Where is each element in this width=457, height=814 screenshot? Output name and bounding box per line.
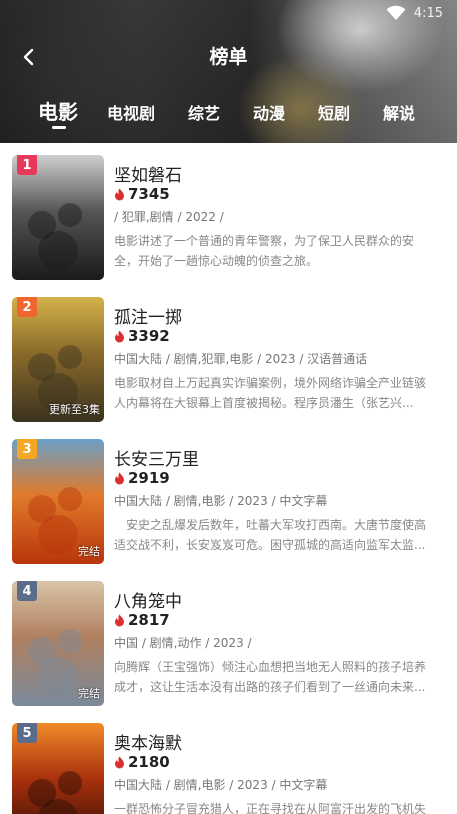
heat-value: 3392 <box>128 327 170 345</box>
ranking-list: 1 坚如磐石 7345 / 犯罪,剧情 / 2022 / 电影讲述了一个普通的青… <box>0 143 457 814</box>
tab-tv-series[interactable]: 电视剧 <box>107 100 155 124</box>
flame-icon <box>115 756 124 768</box>
status-bar: 4:15 <box>386 4 443 22</box>
poster-image[interactable]: 1 <box>12 155 104 280</box>
item-meta: 中国 / 剧情,动作 / 2023 / <box>114 636 252 650</box>
poster-image[interactable]: 3 完结 <box>12 439 104 564</box>
tab-movie[interactable]: 电影 <box>38 96 78 125</box>
poster-status-label: 完结 <box>78 687 100 700</box>
poster-status-label: 完结 <box>78 545 100 558</box>
item-title[interactable]: 孤注一掷 <box>114 303 182 328</box>
heat-value: 2180 <box>128 753 170 771</box>
category-tabs: 电影 电视剧 综艺 动漫 短剧 解说 <box>0 96 457 136</box>
heat-score: 2817 <box>114 611 170 629</box>
header: 4:15 榜单 电影 电视剧 综艺 动漫 短剧 解说 <box>0 0 457 143</box>
page-title: 榜单 <box>209 46 248 68</box>
flame-icon <box>115 330 124 342</box>
item-description: 向腾辉（王宝强饰）倾注心血想把当地无人照料的孩子培养成才，这让生活本没有出路的孩… <box>114 660 427 694</box>
tab-commentary[interactable]: 解说 <box>383 100 415 124</box>
item-title[interactable]: 八角笼中 <box>114 587 182 612</box>
poster-status-label: 更新至3集 <box>49 403 100 416</box>
poster-image[interactable]: 4 完结 <box>12 581 104 706</box>
flame-icon <box>115 614 124 626</box>
rank-badge: 5 <box>17 723 37 743</box>
tab-anime[interactable]: 动漫 <box>253 100 285 124</box>
list-item[interactable]: 3 完结 长安三万里 2919 中国大陆 / 剧情,电影 / 2023 / 中文… <box>0 427 457 569</box>
poster-image[interactable]: 2 更新至3集 <box>12 297 104 422</box>
rank-badge: 2 <box>17 297 37 317</box>
heat-value: 7345 <box>128 185 170 203</box>
wifi-icon <box>386 5 406 20</box>
item-meta: 中国大陆 / 剧情,电影 / 2023 / 中文字幕 <box>114 494 328 508</box>
item-description: 电影讲述了一个普通的青年警察，为了保卫人民群众的安全，开始了一趟惊心动魄的侦查之… <box>114 234 415 268</box>
heat-value: 2919 <box>128 469 170 487</box>
item-meta: / 犯罪,剧情 / 2022 / <box>114 210 224 224</box>
heat-score: 2919 <box>114 469 170 487</box>
list-item[interactable]: 4 完结 八角笼中 2817 中国 / 剧情,动作 / 2023 / 向腾辉（王… <box>0 569 457 711</box>
status-time: 4:15 <box>413 5 443 21</box>
item-description: 一群恐怖分子冒充猎人，正在寻找在从阿富汗出发的飞机失事中幸存的... <box>114 802 427 814</box>
heat-score: 2180 <box>114 753 170 771</box>
rank-badge: 4 <box>17 581 37 601</box>
flame-icon <box>115 188 124 200</box>
heat-value: 2817 <box>128 611 170 629</box>
heat-score: 7345 <box>114 185 170 203</box>
tab-variety[interactable]: 综艺 <box>188 100 220 124</box>
item-description: 安史之乱爆发后数年，吐蕃大军攻打西南。大唐节度使高适交战不利，长安岌岌可危。困守… <box>114 518 427 552</box>
poster-image[interactable]: 5 <box>12 723 104 814</box>
item-title[interactable]: 奥本海默 <box>114 729 182 754</box>
heat-score: 3392 <box>114 327 170 345</box>
flame-icon <box>115 472 124 484</box>
rank-badge: 3 <box>17 439 37 459</box>
item-meta: 中国大陆 / 剧情,犯罪,电影 / 2023 / 汉语普通话 <box>114 352 368 366</box>
list-item[interactable]: 2 更新至3集 孤注一掷 3392 中国大陆 / 剧情,犯罪,电影 / 2023… <box>0 285 457 427</box>
tab-short-drama[interactable]: 短剧 <box>318 100 350 124</box>
item-title[interactable]: 长安三万里 <box>114 445 199 470</box>
list-item[interactable]: 1 坚如磐石 7345 / 犯罪,剧情 / 2022 / 电影讲述了一个普通的青… <box>0 143 457 285</box>
tab-active-indicator <box>52 126 66 129</box>
rank-badge: 1 <box>17 155 37 175</box>
item-meta: 中国大陆 / 剧情,电影 / 2023 / 中文字幕 <box>114 778 328 792</box>
item-title[interactable]: 坚如磐石 <box>114 161 182 186</box>
list-item[interactable]: 5 奥本海默 2180 中国大陆 / 剧情,电影 / 2023 / 中文字幕 一… <box>0 711 457 814</box>
item-description: 电影取材自上万起真实诈骗案例，境外网络诈骗全产业链骇人内幕将在大银幕上首度被揭秘… <box>114 376 427 410</box>
